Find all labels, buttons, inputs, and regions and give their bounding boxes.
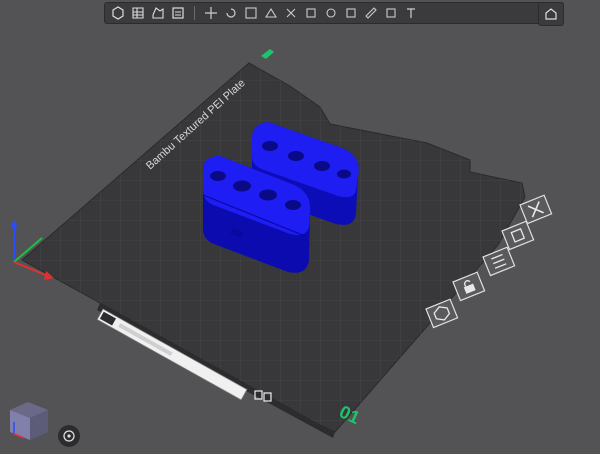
- y-axis-marker: [261, 49, 274, 59]
- text-button[interactable]: [402, 4, 420, 22]
- color-paint-icon: [346, 8, 356, 18]
- 3d-viewport[interactable]: Bambu Textured PEI Plate 01: [0, 0, 600, 450]
- arrange-button[interactable]: [129, 4, 147, 22]
- delete-plate-button[interactable]: [519, 194, 553, 225]
- scale-icon: [245, 7, 257, 19]
- cut-icon: [286, 8, 296, 18]
- color-paint-button[interactable]: [342, 4, 360, 22]
- zoom-to-fit-button[interactable]: [58, 425, 80, 447]
- add-object-icon: [112, 6, 124, 20]
- plate-button[interactable]: [169, 4, 187, 22]
- move-button[interactable]: [202, 4, 220, 22]
- support-paint-icon: [306, 8, 316, 18]
- navigation-cube[interactable]: [6, 396, 52, 442]
- assembly-icon: [386, 8, 396, 18]
- lay-on-face-button[interactable]: [262, 4, 280, 22]
- lay-on-face-icon: [265, 7, 277, 18]
- seam-paint-icon: [326, 8, 336, 18]
- add-object-button[interactable]: [109, 4, 127, 22]
- measure-icon: [365, 7, 377, 19]
- orient-button[interactable]: [149, 4, 167, 22]
- viewport-canvas: Bambu Textured PEI Plate 01: [10, 49, 553, 438]
- toolbar-separator: [194, 6, 195, 20]
- right-toolbar: [538, 2, 564, 26]
- top-toolbar: [104, 2, 564, 24]
- scale-button[interactable]: [242, 4, 260, 22]
- rotate-button[interactable]: [222, 4, 240, 22]
- measure-button[interactable]: [362, 4, 380, 22]
- text-icon: [407, 8, 415, 18]
- view-settings-icon: [545, 8, 557, 20]
- zoom-fit-icon: [63, 430, 75, 442]
- arrange-icon: [132, 7, 144, 19]
- cut-button[interactable]: [282, 4, 300, 22]
- move-icon: [205, 7, 217, 19]
- view-settings-button[interactable]: [542, 5, 560, 23]
- assembly-button[interactable]: [382, 4, 400, 22]
- rotate-icon: [226, 8, 236, 18]
- orient-icon: [152, 7, 164, 19]
- seam-paint-button[interactable]: [322, 4, 340, 22]
- plate-icon: [172, 7, 184, 19]
- support-paint-button[interactable]: [302, 4, 320, 22]
